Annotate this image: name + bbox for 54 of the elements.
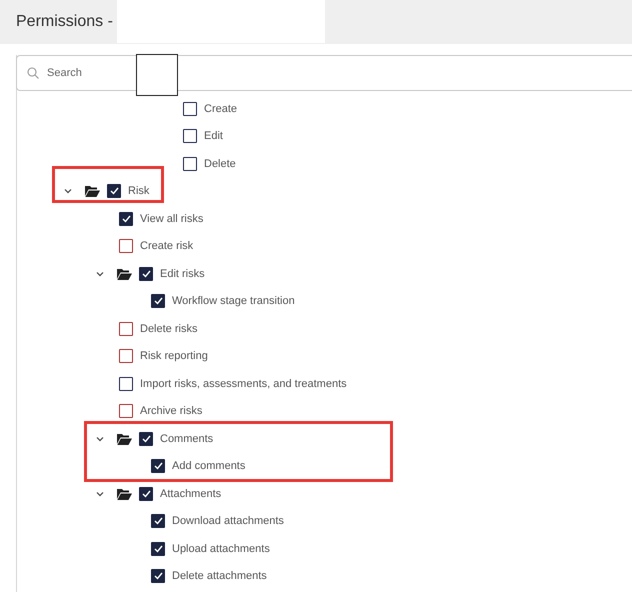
folder-icon: [117, 488, 132, 500]
checkbox[interactable]: [151, 294, 165, 308]
check-icon: [122, 214, 130, 223]
checkbox[interactable]: [139, 486, 153, 501]
checkbox[interactable]: [151, 514, 165, 528]
checkbox[interactable]: [119, 212, 133, 226]
permission-label: Edit: [204, 130, 223, 142]
check-icon: [154, 544, 162, 553]
checkbox[interactable]: [183, 129, 197, 144]
permission-label: Risk: [128, 185, 150, 198]
permission-label: Attachments: [160, 488, 222, 500]
permission-label: Delete: [204, 158, 236, 170]
check-icon: [142, 434, 150, 443]
permission-label: Create risk: [140, 240, 194, 252]
empty-square: [136, 54, 178, 96]
permission-label: Risk reporting: [140, 350, 208, 362]
checkbox[interactable]: [119, 239, 133, 254]
checkbox[interactable]: [151, 542, 165, 556]
permission-label: Delete attachments: [172, 570, 267, 582]
permission-label: Import risks, assessments, and treatments: [140, 378, 347, 390]
permission-label: Add comments: [172, 460, 246, 472]
check-icon: [154, 517, 162, 526]
check-icon: [154, 572, 162, 580]
search-field[interactable]: Search: [16, 55, 632, 91]
folder-icon: [117, 432, 132, 445]
checkbox[interactable]: [183, 156, 197, 171]
checkbox[interactable]: [139, 432, 153, 446]
folder-icon: [117, 268, 132, 280]
checkbox[interactable]: [119, 322, 133, 336]
checkbox[interactable]: [119, 349, 133, 364]
check-icon: [142, 490, 150, 498]
check-icon: [142, 270, 150, 278]
permission-label: Edit risks: [160, 268, 205, 280]
checkbox[interactable]: [119, 404, 133, 418]
checkbox[interactable]: [183, 102, 197, 116]
page-title: Permissions -: [16, 13, 113, 31]
permission-label: Delete risks: [140, 322, 198, 335]
permission-label: Comments: [160, 432, 214, 445]
permission-label: View all risks: [140, 212, 204, 225]
permission-label: Workflow stage transition: [172, 295, 295, 308]
check-icon: [110, 187, 118, 196]
checkbox[interactable]: [107, 184, 121, 198]
checkbox[interactable]: [151, 459, 165, 474]
permission-label: Upload attachments: [172, 542, 270, 555]
checkbox[interactable]: [119, 376, 133, 391]
check-icon: [154, 462, 162, 470]
checkbox[interactable]: [139, 266, 153, 281]
permission-label: Create: [204, 102, 238, 115]
checkbox[interactable]: [151, 569, 165, 584]
check-icon: [154, 297, 162, 306]
permission-label: Archive risks: [140, 405, 202, 418]
permission-label: Download attachments: [172, 515, 284, 528]
folder-icon: [85, 185, 100, 198]
search-icon: [27, 67, 39, 79]
